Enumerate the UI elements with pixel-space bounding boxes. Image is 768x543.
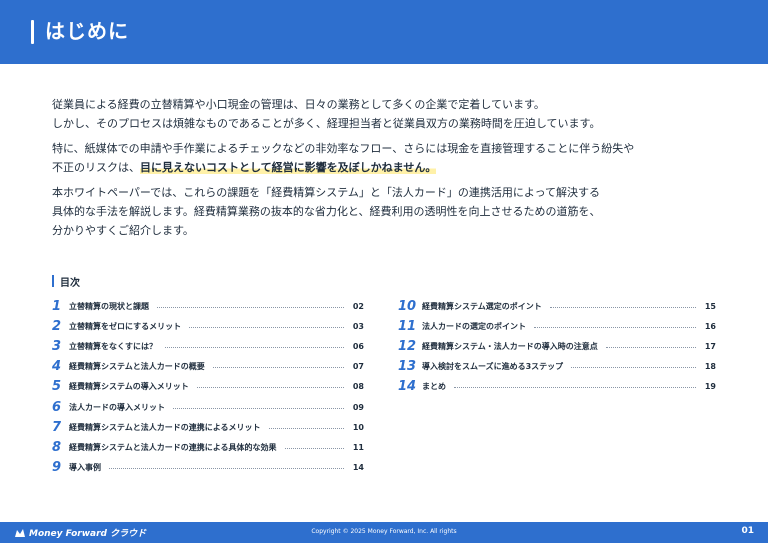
toc-item-label: 立替精算をゼロにするメリット bbox=[69, 321, 182, 331]
page-header: はじめに bbox=[0, 0, 768, 64]
toc-item[interactable]: 5 経費精算システムの導入メリット 08 bbox=[52, 377, 364, 397]
toc-item[interactable]: 7 経費精算システムと法人カードの連携によるメリット 10 bbox=[52, 417, 364, 437]
toc-item-number: 13 bbox=[398, 359, 417, 375]
intro-text-line: 従業員による経費の立替精算や小口現金の管理は、日々の業務として多くの企業で定着し… bbox=[52, 98, 545, 111]
intro-text-line: 具体的な手法を解説します。経費精算業務の抜本的な省力化と、経費利用の透明性を向上… bbox=[52, 205, 601, 218]
intro-text-line: 分かりやすくご紹介します。 bbox=[52, 224, 194, 237]
toc-item-number: 6 bbox=[52, 399, 62, 415]
toc-item-page: 06 bbox=[352, 341, 364, 351]
toc-leader-dots bbox=[109, 468, 344, 470]
footer-copyright: Copyright © 2025 Money Forward, Inc. All… bbox=[311, 528, 457, 535]
toc-item-label: 立替精算をなくすには？ bbox=[69, 341, 157, 351]
toc-leader-dots bbox=[454, 387, 696, 389]
toc-item-number: 12 bbox=[398, 338, 417, 354]
page-title: はじめに bbox=[45, 19, 129, 43]
toc-leader-dots bbox=[196, 387, 344, 389]
toc-item-page: 19 bbox=[704, 382, 716, 392]
toc-item[interactable]: 3 立替精算をなくすには？ 06 bbox=[52, 336, 364, 356]
toc-item-label: 経費精算システム選定のポイント bbox=[422, 301, 542, 311]
toc-item[interactable]: 12 経費精算システム・法人カードの導入時の注意点 17 bbox=[398, 336, 716, 356]
intro-text-line: 不正のリスクは、目に見えないコストとして経営に影響を及ぼしかねません。 bbox=[52, 158, 732, 177]
toc-item[interactable]: 8 経費精算システムと法人カードの連携による具体的な効果 11 bbox=[52, 437, 364, 457]
toc-item-label: 経費精算システムの導入メリット bbox=[69, 382, 189, 392]
toc-item-number: 4 bbox=[52, 359, 62, 375]
toc-item-number: 8 bbox=[52, 439, 62, 455]
header-accent-bar bbox=[31, 20, 34, 44]
toc-item-label: 経費精算システムと法人カードの連携による具体的な効果 bbox=[69, 442, 277, 452]
toc-item-page: 02 bbox=[352, 301, 364, 311]
toc-item-page: 08 bbox=[352, 382, 364, 392]
toc-item-page: 16 bbox=[704, 321, 716, 331]
toc-item[interactable]: 6 法人カードの導入メリット 09 bbox=[52, 397, 364, 417]
highlighted-text: 目に見えないコストとして経営に影響を及ぼしかねません。 bbox=[140, 161, 437, 174]
toc-item-page: 03 bbox=[352, 321, 364, 331]
toc-item-number: 3 bbox=[52, 338, 62, 354]
toc-item-label: 経費精算システム・法人カードの導入時の注意点 bbox=[422, 341, 598, 351]
toc-item-label: 導入事例 bbox=[69, 463, 101, 473]
toc-item-number: 1 bbox=[52, 298, 62, 314]
toc-item-page: 14 bbox=[352, 463, 364, 473]
toc-leader-dots bbox=[571, 367, 696, 369]
toc-item-page: 15 bbox=[704, 301, 716, 311]
intro-text-line: しかし、そのプロセスは煩雑なものであることが多く、経理担当者と従業員双方の業務時… bbox=[52, 117, 601, 130]
intro-text-line: 本ホワイトペーパーでは、これらの課題を「経費精算システム」と「法人カード」の連携… bbox=[52, 186, 601, 199]
toc-item[interactable]: 10 経費精算システム選定のポイント 15 bbox=[398, 296, 716, 316]
toc-item-number: 9 bbox=[52, 460, 62, 476]
intro-section: 従業員による経費の立替精算や小口現金の管理は、日々の業務として多くの企業で定着し… bbox=[52, 95, 732, 246]
toc-item-label: まとめ bbox=[422, 382, 446, 392]
toc-leader-dots bbox=[549, 306, 696, 308]
toc-leader-dots bbox=[165, 346, 344, 348]
toc-item[interactable]: 9 導入事例 14 bbox=[52, 458, 364, 478]
toc-item-number: 5 bbox=[52, 379, 62, 395]
toc-item-label: 法人カードの選定のポイント bbox=[422, 321, 526, 331]
toc-item-page: 07 bbox=[352, 362, 364, 372]
toc-leader-dots bbox=[212, 367, 344, 369]
intro-text-line: 特に、紙媒体での申請や手作業によるチェックなどの非効率なフロー、さらには現金を直… bbox=[52, 142, 635, 155]
toc-item-label: 経費精算システムと法人カードの概要 bbox=[69, 362, 205, 372]
toc-leader-dots bbox=[534, 326, 696, 328]
toc-item-label: 法人カードの導入メリット bbox=[69, 402, 165, 412]
toc-column-left: 1 立替精算の現状と課題 02 2 立替精算をゼロにするメリット 03 3 立替精算をなくすに… bbox=[52, 296, 364, 478]
toc-heading-bar bbox=[52, 275, 54, 287]
toc-leader-dots bbox=[284, 447, 344, 449]
toc-item-page: 09 bbox=[352, 402, 364, 412]
intro-paragraph-1: 従業員による経費の立替精算や小口現金の管理は、日々の業務として多くの企業で定着し… bbox=[52, 95, 732, 133]
page-footer: Money Forward クラウド Copyright © 2025 Mone… bbox=[0, 522, 768, 543]
toc-item-number: 2 bbox=[52, 318, 62, 334]
intro-text-prefix: 不正のリスクは、 bbox=[52, 161, 140, 174]
page-number: 01 bbox=[741, 526, 754, 536]
toc-item-label: 立替精算の現状と課題 bbox=[69, 301, 149, 311]
toc-item-number: 7 bbox=[52, 419, 62, 435]
toc-column-right: 10 経費精算システム選定のポイント 15 11 法人カードの選定のポイント 16 12 経費… bbox=[398, 296, 716, 397]
toc-item-page: 11 bbox=[352, 442, 364, 452]
toc-item[interactable]: 4 経費精算システムと法人カードの概要 07 bbox=[52, 357, 364, 377]
toc-item[interactable]: 14 まとめ 19 bbox=[398, 377, 716, 397]
toc-item[interactable]: 11 法人カードの選定のポイント 16 bbox=[398, 316, 716, 336]
toc-leader-dots bbox=[173, 407, 344, 409]
toc-item-number: 10 bbox=[398, 298, 417, 314]
toc-item-page: 17 bbox=[704, 341, 716, 351]
toc-item-page: 10 bbox=[352, 422, 364, 432]
toc-item-page: 18 bbox=[704, 362, 716, 372]
toc-leader-dots bbox=[189, 326, 344, 328]
toc-item-number: 14 bbox=[398, 379, 417, 395]
toc-leader-dots bbox=[157, 306, 344, 308]
toc-item-label: 導入検討をスムーズに進める3ステップ bbox=[422, 362, 564, 372]
intro-paragraph-3: 本ホワイトペーパーでは、これらの課題を「経費精算システム」と「法人カード」の連携… bbox=[52, 183, 732, 240]
toc-item[interactable]: 13 導入検討をスムーズに進める3ステップ 18 bbox=[398, 357, 716, 377]
toc-leader-dots bbox=[268, 427, 344, 429]
toc-item[interactable]: 1 立替精算の現状と課題 02 bbox=[52, 296, 364, 316]
toc-item-number: 11 bbox=[398, 318, 417, 334]
toc-heading-label: 目次 bbox=[60, 277, 80, 289]
toc-item-label: 経費精算システムと法人カードの連携によるメリット bbox=[69, 422, 261, 432]
toc-leader-dots bbox=[605, 346, 696, 348]
intro-paragraph-2: 特に、紙媒体での申請や手作業によるチェックなどの非効率なフロー、さらには現金を直… bbox=[52, 139, 732, 177]
toc-heading: 目次 bbox=[52, 274, 80, 289]
toc-item[interactable]: 2 立替精算をゼロにするメリット 03 bbox=[52, 316, 364, 336]
